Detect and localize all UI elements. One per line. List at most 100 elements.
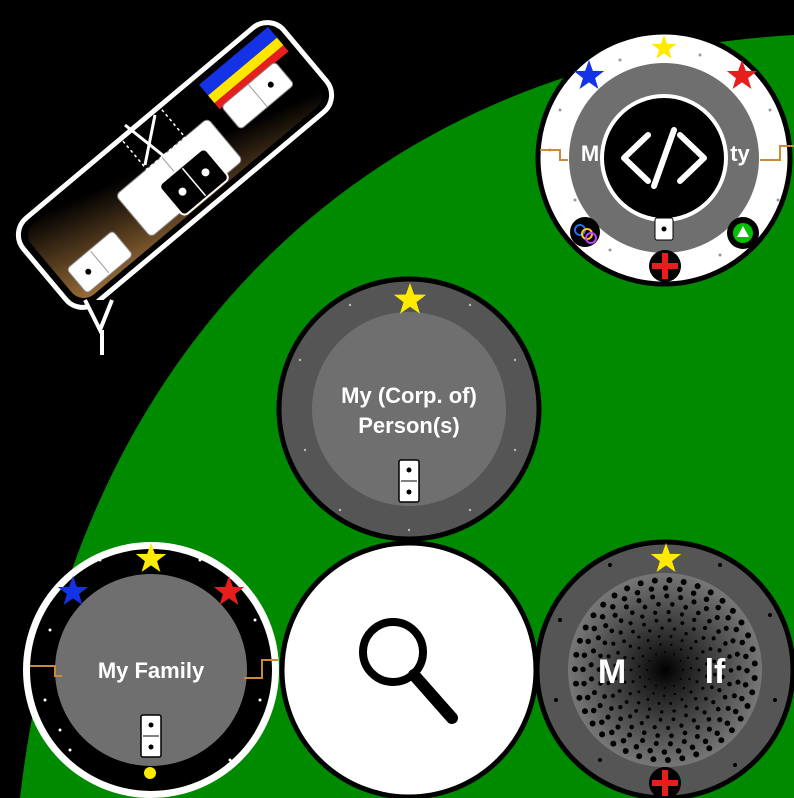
myself-circle[interactable]: M lf	[534, 539, 794, 798]
vortex-dot	[590, 612, 597, 619]
vortex-dot	[650, 756, 657, 763]
vortex-dot	[581, 680, 587, 687]
vortex-dot	[680, 698, 684, 701]
vortex-dot	[743, 653, 749, 660]
vortex-dot	[680, 579, 687, 585]
vortex-dot	[661, 749, 668, 755]
vortex-dot	[706, 726, 712, 732]
vortex-dot	[582, 624, 589, 631]
plus-icon	[649, 250, 681, 282]
vortex-dot	[706, 716, 712, 722]
vortex-dot	[664, 757, 671, 763]
vortex-dot	[618, 705, 623, 710]
vortex-dot	[603, 623, 609, 629]
vortex-dot	[715, 706, 721, 712]
vortex-dot	[602, 640, 608, 646]
vortex-dot	[650, 594, 656, 600]
vortex-dot	[691, 627, 696, 631]
vortex-dot	[585, 638, 591, 645]
vortex-dot	[636, 753, 643, 760]
vortex-dot	[717, 717, 723, 723]
vortex-dot	[643, 685, 647, 688]
vortex-dot	[722, 694, 728, 700]
vortex-dot	[739, 639, 746, 646]
vortex-dot	[735, 679, 741, 685]
vortex-dot	[738, 619, 745, 626]
vortex-dot	[737, 715, 744, 722]
vortex-dot	[664, 651, 666, 653]
vortex-dot	[662, 694, 666, 698]
search-button[interactable]	[279, 540, 539, 798]
vortex-dot	[666, 610, 671, 615]
vortex-dot	[736, 665, 742, 671]
family-circle[interactable]: My Family	[23, 542, 279, 798]
vortex-dot	[622, 639, 626, 644]
community-label-right: ty	[730, 141, 750, 166]
domino-icon	[398, 459, 420, 503]
vortex-dot	[609, 628, 615, 634]
vortex-dot	[652, 692, 655, 695]
vortex-dot	[629, 668, 633, 672]
vortex-dot	[672, 709, 676, 713]
vortex-dot	[730, 638, 736, 644]
domino-icon	[140, 714, 162, 758]
vortex-dot	[628, 621, 633, 626]
vortex-dot	[686, 656, 690, 660]
vortex-dot	[702, 710, 707, 715]
vortex-dot	[680, 639, 684, 643]
vortex-dot	[714, 730, 720, 736]
vortex-dot	[718, 737, 725, 744]
vortex-dot	[576, 694, 583, 701]
vortex-dot	[707, 618, 712, 624]
vortex-dot	[623, 604, 629, 610]
vortex-dot	[573, 680, 579, 687]
vortex-dot	[648, 678, 651, 680]
vortex-dot	[582, 708, 588, 715]
vortex-dot	[641, 654, 645, 658]
vortex-dot	[651, 577, 658, 584]
vortex-dot	[667, 618, 672, 623]
vortex-dot	[655, 653, 657, 656]
vortex-dot	[646, 697, 650, 701]
vortex-dot	[692, 617, 697, 623]
vortex-dot	[694, 639, 698, 644]
vortex-dot	[707, 589, 714, 596]
family-label: My Family	[98, 658, 205, 683]
vortex-dot	[649, 647, 652, 650]
community-label-left: M	[581, 141, 599, 166]
vortex-dot	[609, 706, 614, 711]
vortex-dot	[584, 694, 591, 701]
vortex-dot	[620, 737, 627, 744]
vortex-dot	[669, 602, 675, 607]
vortex-dot	[751, 675, 758, 681]
corporation-circle[interactable]: My (Corp. of) Person(s)	[276, 276, 542, 542]
smiley-icon	[144, 767, 156, 779]
vortex-dot	[602, 694, 607, 699]
vortex-dot	[641, 730, 647, 736]
vortex-dot	[749, 689, 756, 696]
vortex-dot	[682, 730, 688, 736]
vortex-dot	[572, 666, 578, 673]
vortex-dot	[648, 629, 652, 633]
vortex-dot	[723, 625, 729, 631]
vortex-dot	[711, 700, 716, 705]
community-circle[interactable]: M ty	[535, 29, 794, 287]
vortex-dot	[652, 725, 657, 730]
vortex-dot	[689, 646, 693, 650]
vortex-dot	[739, 695, 745, 702]
vortex-dot	[653, 610, 658, 615]
vortex-dot	[691, 599, 697, 605]
vortex-dot	[728, 668, 734, 673]
vortex-dot	[629, 610, 635, 616]
vortex-dot	[628, 714, 633, 719]
vortex-dot	[609, 729, 615, 736]
vortex-dot	[600, 601, 607, 608]
vortex-dot	[729, 607, 736, 614]
vortex-dot	[670, 643, 673, 647]
vortex-dot	[734, 651, 740, 657]
vortex-dot	[653, 740, 659, 747]
vortex-dot	[680, 621, 685, 625]
vortex-dot	[749, 646, 756, 653]
vortex-dot	[751, 660, 758, 667]
vortex-dot	[701, 636, 706, 640]
